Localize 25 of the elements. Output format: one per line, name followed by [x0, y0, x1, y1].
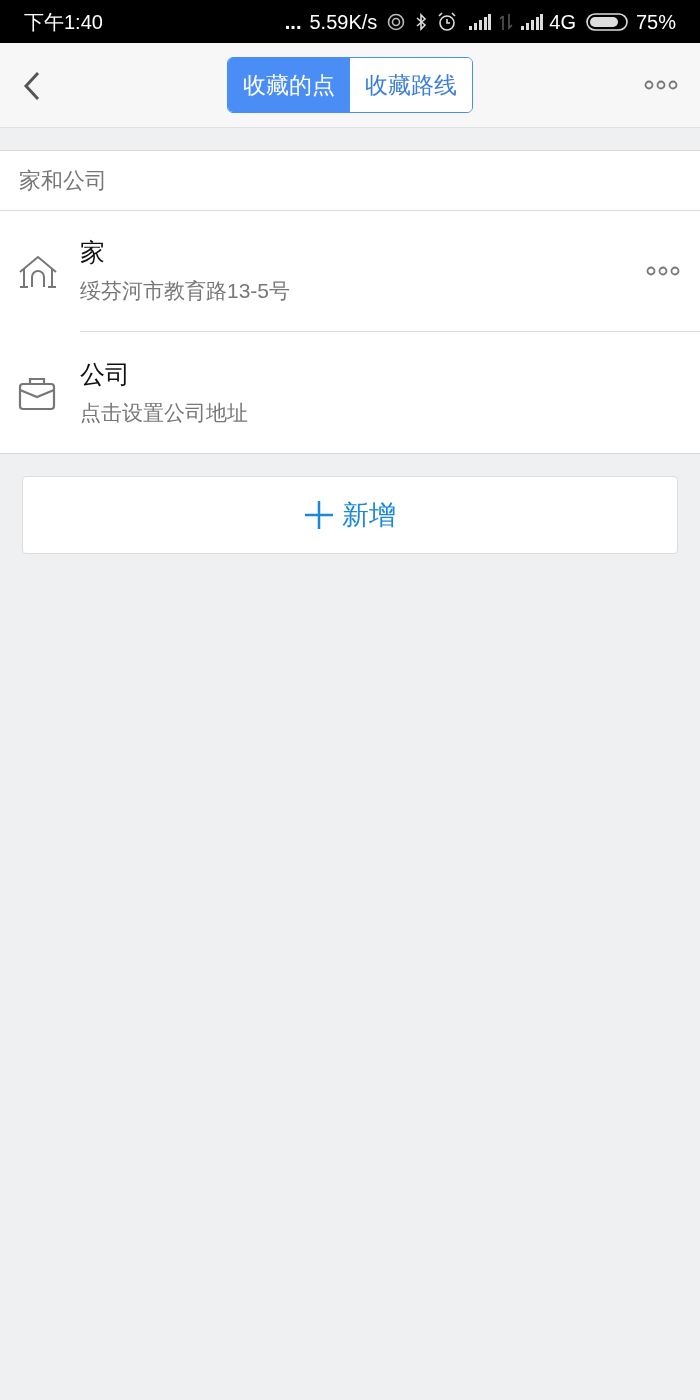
- signal-icon: [469, 13, 492, 30]
- hotspot-icon: [387, 12, 406, 31]
- network-speed: 5.59K/s: [309, 9, 378, 35]
- tab[interactable]: 收藏路线: [350, 58, 472, 112]
- dots: ...: [284, 9, 302, 35]
- more-icon[interactable]: [644, 80, 678, 90]
- item-title: 家: [80, 237, 106, 269]
- battery-icon: [585, 12, 628, 31]
- bluetooth-icon: [415, 12, 428, 31]
- item-address: 点击设置公司地址: [80, 399, 249, 426]
- add-button[interactable]: 新增: [22, 476, 678, 554]
- item-title: 公司: [80, 358, 131, 390]
- house-icon: [18, 254, 58, 289]
- data-arrows-icon: [499, 13, 514, 30]
- alarm-icon: [437, 11, 458, 32]
- plus-icon: [304, 500, 334, 530]
- signal-icon: [521, 13, 544, 30]
- clock: 下午1:40: [24, 9, 103, 35]
- more-icon[interactable]: [646, 266, 680, 276]
- section-title: 家和公司: [0, 151, 700, 211]
- item-address: 绥芬河市教育路13-5号: [80, 278, 292, 305]
- network-type: 4G: [549, 9, 576, 35]
- back-icon[interactable]: [22, 71, 42, 101]
- tab[interactable]: 收藏的点: [228, 58, 350, 112]
- battery-percent: 75%: [635, 9, 676, 35]
